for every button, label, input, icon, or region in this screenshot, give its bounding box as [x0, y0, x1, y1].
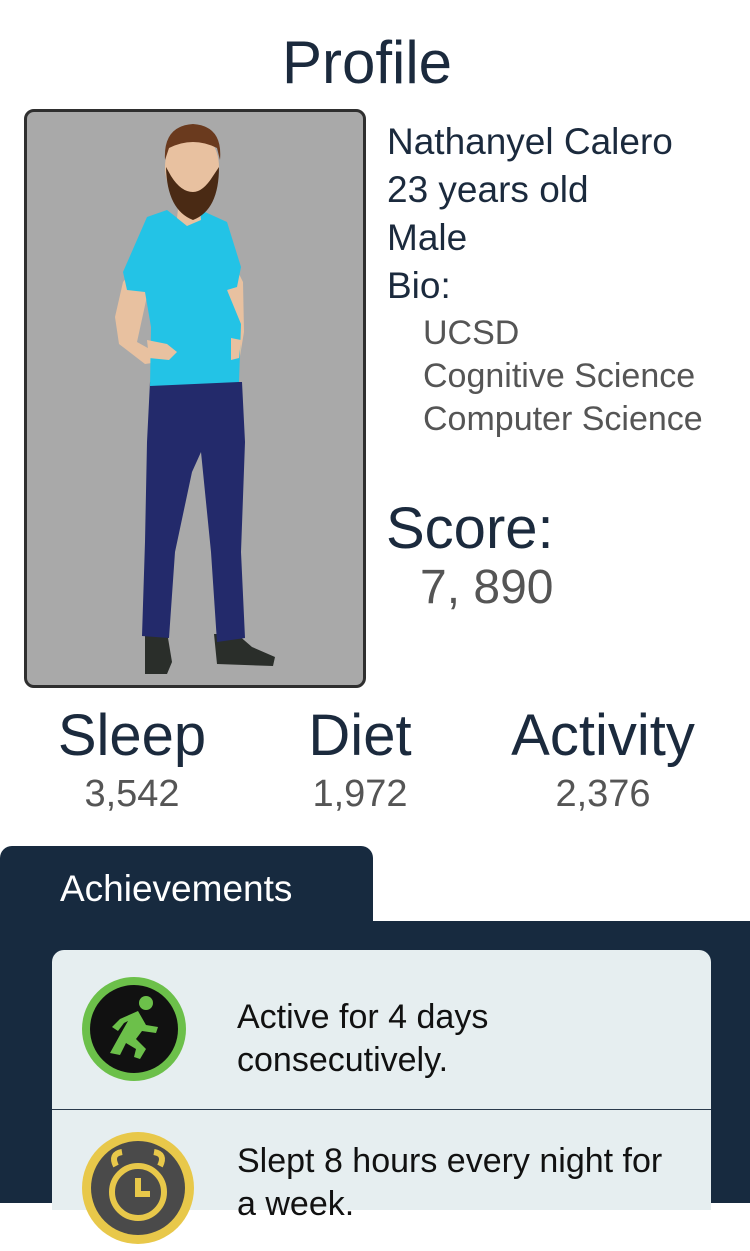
profile-name: Nathanyel Calero: [387, 121, 673, 162]
stat-label: Diet: [308, 703, 412, 768]
profile-age: 23 years old: [387, 169, 589, 210]
achievement-text: Slept 8 hours every night for a week.: [237, 1142, 663, 1223]
stat-sleep: Sleep 3,542: [44, 702, 220, 818]
profile-info: Nathanyel Calero 23 years old Male Bio: …: [387, 118, 703, 441]
alarm-clock-icon: [80, 1130, 196, 1251]
achievements-tab-label: Achievements: [60, 868, 293, 909]
stat-label: Sleep: [57, 703, 207, 768]
bio-label: Bio:: [387, 265, 451, 306]
achievement-divider: [52, 1109, 711, 1110]
bio-list: UCSD Cognitive Science Computer Science: [423, 312, 703, 441]
bio-line: Computer Science: [423, 400, 703, 438]
score-value: 7, 890: [420, 561, 554, 614]
avatar-illustration: [115, 124, 275, 674]
running-person-icon: [80, 975, 188, 1088]
stat-value: 2,376: [555, 773, 651, 815]
page-title: Profile: [281, 29, 453, 96]
stat-diet: Diet 1,972: [285, 702, 435, 818]
achievement-text: Active for 4 days consecutively.: [237, 998, 489, 1079]
stat-activity: Activity 2,376: [496, 702, 710, 818]
score-label: Score:: [386, 496, 554, 561]
bio-line: Cognitive Science: [423, 357, 696, 395]
stat-value: 1,972: [312, 773, 408, 815]
avatar: [24, 109, 366, 688]
profile-gender: Male: [387, 217, 468, 258]
stat-value: 3,542: [84, 773, 180, 815]
bio-line: UCSD: [423, 314, 520, 352]
stat-label: Activity: [511, 703, 695, 768]
